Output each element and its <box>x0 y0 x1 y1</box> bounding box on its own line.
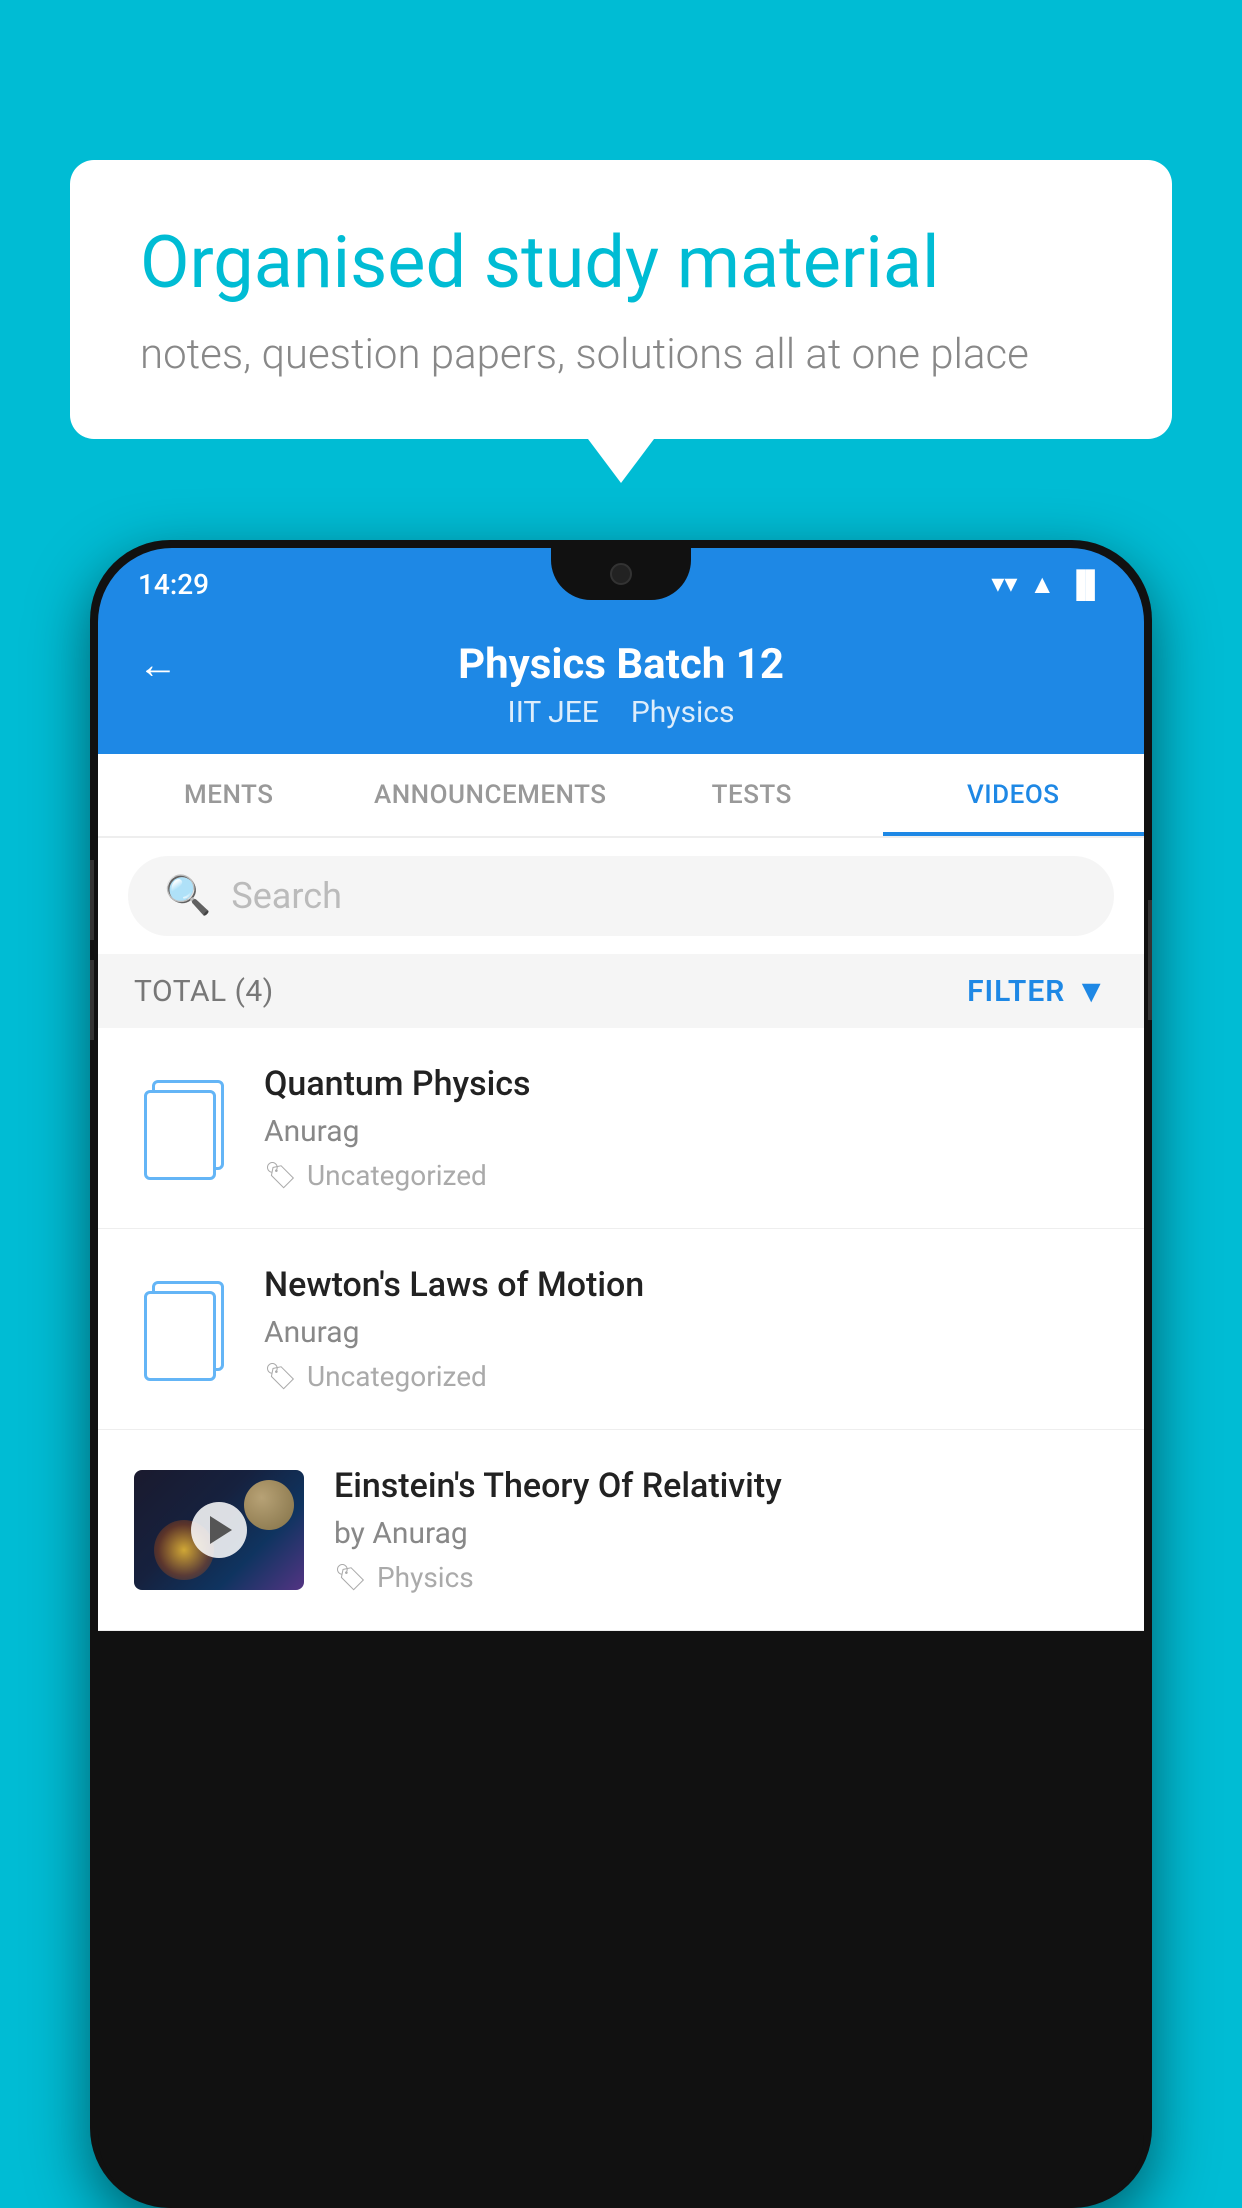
tab-tests[interactable]: TESTS <box>621 754 883 836</box>
volume-up-button <box>90 860 94 940</box>
phone-frame: 14:29 ▾▾ ▲ ▐▌ ← Physics Batch 12 IIT JEE… <box>90 540 1152 2208</box>
play-triangle-icon <box>210 1516 232 1544</box>
speech-bubble: Organised study material notes, question… <box>70 160 1172 439</box>
breadcrumb-iit: IIT JEE <box>508 695 599 730</box>
list-item[interactable]: Einstein's Theory Of Relativity by Anura… <box>98 1430 1144 1631</box>
play-button[interactable] <box>191 1502 247 1558</box>
file-icon-front <box>144 1291 216 1381</box>
phone-notch <box>551 548 691 600</box>
battery-icon: ▐▌ <box>1067 569 1104 600</box>
search-input[interactable]: Search <box>231 875 342 917</box>
item-info: Einstein's Theory Of Relativity by Anura… <box>334 1466 1108 1594</box>
wifi-icon: ▾▾ <box>991 569 1017 599</box>
video-tag: 🏷 Uncategorized <box>264 1159 1108 1192</box>
power-button <box>1148 900 1152 1020</box>
list-item[interactable]: Newton's Laws of Motion Anurag 🏷 Uncateg… <box>98 1229 1144 1430</box>
phone-screen: 14:29 ▾▾ ▲ ▐▌ ← Physics Batch 12 IIT JEE… <box>98 548 1144 2208</box>
filter-icon: ▼ <box>1075 972 1108 1010</box>
volume-down-button <box>90 960 94 1040</box>
batch-title: Physics Batch 12 <box>458 640 784 689</box>
status-time: 14:29 <box>138 568 209 601</box>
search-bar-container: 🔍 Search <box>98 838 1144 954</box>
tag-icon: 🏷 <box>264 1362 297 1392</box>
video-tag: 🏷 Uncategorized <box>264 1360 1108 1393</box>
total-count: TOTAL (4) <box>134 974 274 1009</box>
back-button[interactable]: ← <box>138 641 178 688</box>
file-icon <box>144 1281 224 1377</box>
video-title: Quantum Physics <box>264 1064 1108 1104</box>
bubble-subtitle: notes, question papers, solutions all at… <box>140 330 1102 379</box>
video-thumbnail <box>134 1470 304 1590</box>
video-author: Anurag <box>264 1315 1108 1350</box>
file-icon-front <box>144 1090 216 1180</box>
tag-icon: 🏷 <box>264 1161 297 1191</box>
tabs-bar: MENTS ANNOUNCEMENTS TESTS VIDEOS <box>98 754 1144 838</box>
signal-icon: ▲ <box>1029 569 1055 600</box>
video-tag: 🏷 Physics <box>334 1561 1108 1594</box>
tag-label: Uncategorized <box>307 1159 487 1192</box>
app-header: ← Physics Batch 12 IIT JEE Physics <box>98 620 1144 754</box>
tag-label: Physics <box>377 1561 474 1594</box>
speech-bubble-container: Organised study material notes, question… <box>70 160 1172 439</box>
tag-label: Uncategorized <box>307 1360 487 1393</box>
item-info: Quantum Physics Anurag 🏷 Uncategorized <box>264 1064 1108 1192</box>
file-icon-container <box>134 1080 234 1176</box>
thumb-planet <box>244 1480 294 1530</box>
front-camera <box>610 563 632 585</box>
status-icons: ▾▾ ▲ ▐▌ <box>991 569 1104 600</box>
tab-ments[interactable]: MENTS <box>98 754 360 836</box>
header-row: ← Physics Batch 12 <box>138 640 1104 689</box>
video-list: Quantum Physics Anurag 🏷 Uncategorized <box>98 1028 1144 1631</box>
filter-row: TOTAL (4) FILTER ▼ <box>98 954 1144 1028</box>
bubble-title: Organised study material <box>140 220 1102 306</box>
status-bar: 14:29 ▾▾ ▲ ▐▌ <box>98 548 1144 620</box>
filter-button[interactable]: FILTER ▼ <box>967 972 1108 1010</box>
video-author: Anurag <box>264 1114 1108 1149</box>
search-icon: 🔍 <box>164 874 211 918</box>
file-icon <box>144 1080 224 1176</box>
filter-label: FILTER <box>967 974 1065 1009</box>
file-icon-container <box>134 1281 234 1377</box>
breadcrumb: IIT JEE Physics <box>508 695 735 730</box>
video-title: Einstein's Theory Of Relativity <box>334 1466 1108 1506</box>
video-author: by Anurag <box>334 1516 1108 1551</box>
list-item[interactable]: Quantum Physics Anurag 🏷 Uncategorized <box>98 1028 1144 1229</box>
item-info: Newton's Laws of Motion Anurag 🏷 Uncateg… <box>264 1265 1108 1393</box>
tab-announcements[interactable]: ANNOUNCEMENTS <box>360 754 622 836</box>
video-title: Newton's Laws of Motion <box>264 1265 1108 1305</box>
tab-videos[interactable]: VIDEOS <box>883 754 1145 836</box>
breadcrumb-physics: Physics <box>631 695 735 730</box>
tag-icon: 🏷 <box>334 1563 367 1593</box>
search-bar[interactable]: 🔍 Search <box>128 856 1114 936</box>
